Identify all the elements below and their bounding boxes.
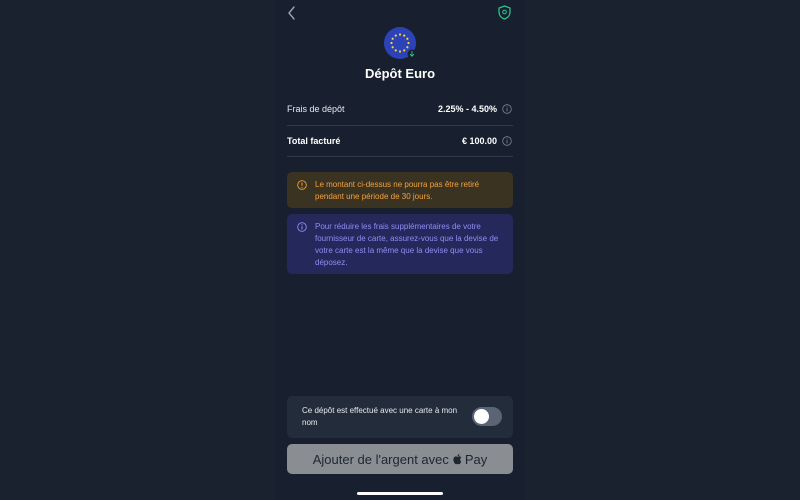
pay-button-label: Ajouter de l'argent avec [312, 451, 449, 467]
info-alert: Pour réduire les frais supplémentaires d… [287, 214, 513, 274]
divider [287, 156, 513, 157]
total-row: Total facturé € 100.00 [287, 125, 513, 157]
fees-value: 2.25% - 4.50% [437, 104, 497, 114]
card-ownership-row: Ce dépôt est effectué avec une carte à m… [287, 396, 513, 438]
total-label: Total facturé [287, 136, 341, 146]
home-indicator [357, 492, 443, 495]
info-text: Pour réduire les frais supplémentaires d… [315, 222, 499, 267]
page-title: Dépôt Euro [364, 66, 436, 81]
info-icon [297, 222, 307, 232]
shield-icon[interactable] [498, 5, 511, 20]
card-ownership-toggle[interactable] [472, 407, 502, 426]
card-ownership-label: Ce dépôt est effectué avec une carte à m… [302, 406, 458, 427]
fees-row: Frais de dépôt 2.25% - 4.50% [287, 93, 513, 125]
eu-flag-icon [384, 27, 416, 59]
warning-icon [297, 180, 307, 190]
warning-alert: Le montant ci-dessus ne pourra pas être … [287, 172, 513, 208]
total-value: € 100.00 [461, 136, 497, 146]
toggle-knob [474, 409, 489, 424]
info-icon[interactable] [502, 136, 512, 146]
warning-text: Le montant ci-dessus ne pourra pas être … [315, 180, 480, 201]
pay-word: Pay [464, 451, 488, 467]
info-icon[interactable] [502, 104, 512, 114]
apple-pay-button[interactable]: Ajouter de l'argent avec Pay [287, 444, 513, 474]
fees-label: Frais de dépôt [287, 104, 345, 114]
apple-icon [453, 454, 462, 465]
chevron-left-icon[interactable] [286, 5, 298, 21]
